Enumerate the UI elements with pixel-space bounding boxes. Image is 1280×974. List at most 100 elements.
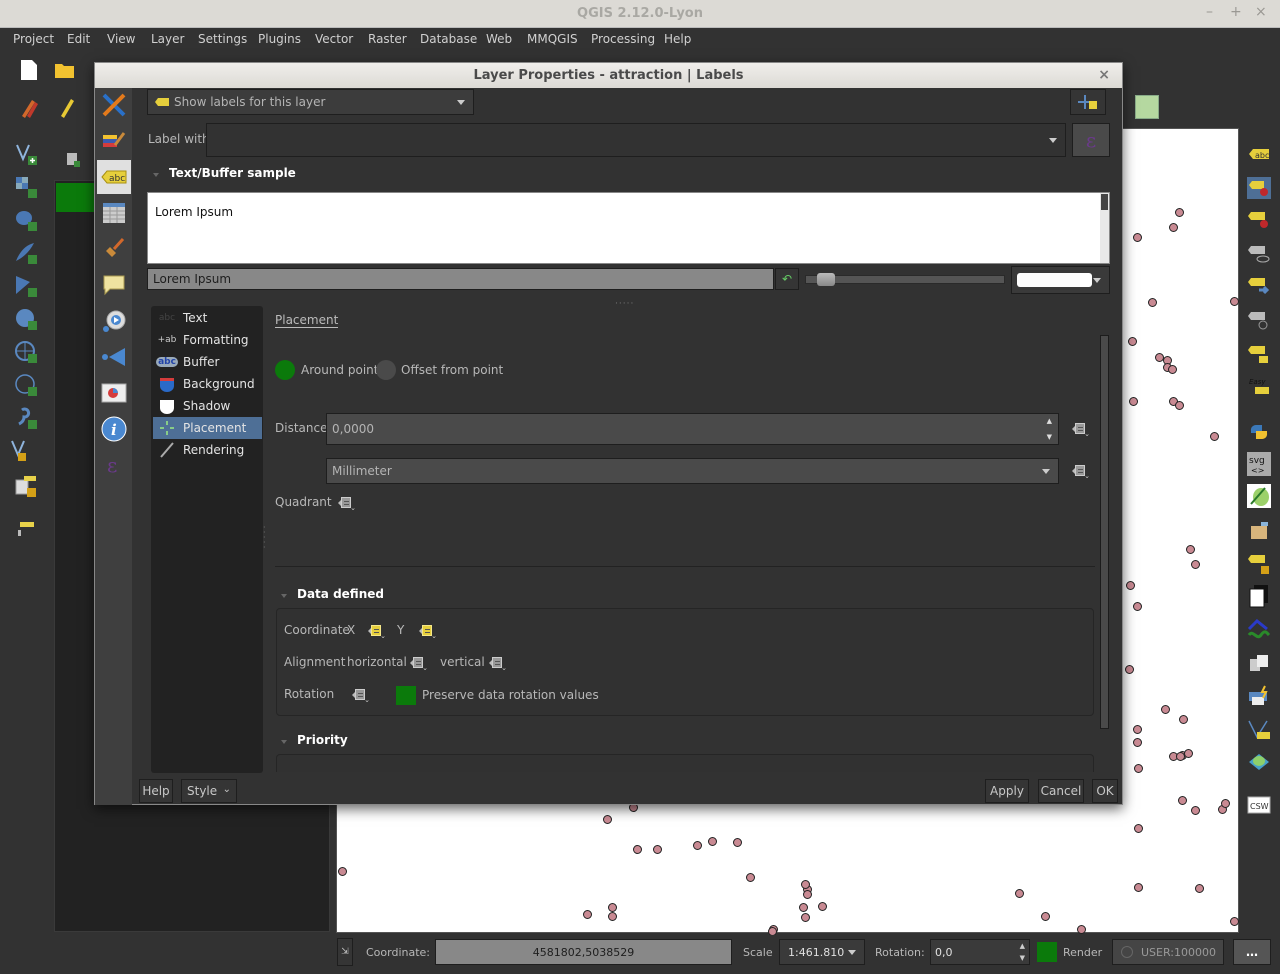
easy-custom-labeling-icon[interactable]: Easy	[1247, 374, 1271, 398]
tab-style[interactable]	[97, 124, 131, 158]
category-text[interactable]: abc Text	[153, 307, 262, 329]
tab-metadata[interactable]: i	[97, 412, 131, 446]
category-placement[interactable]: Placement	[153, 417, 262, 439]
dialog-close-button[interactable]: ×	[1098, 63, 1110, 88]
change-label-icon[interactable]	[1247, 342, 1271, 366]
data-defined-header[interactable]: Data defined	[297, 587, 384, 601]
add-vector-layer-icon[interactable]	[14, 142, 38, 166]
open-project-icon[interactable]	[53, 58, 77, 82]
collapse-sample-icon[interactable]	[153, 173, 159, 177]
offset-from-point-radio[interactable]	[376, 360, 396, 380]
panel-splitter[interactable]: · · · · ·	[263, 524, 266, 552]
plugin-tool-icon[interactable]	[14, 516, 38, 540]
category-background[interactable]: Background	[153, 373, 262, 395]
package-download-icon[interactable]	[1247, 518, 1271, 542]
tab-rendering[interactable]	[97, 232, 131, 266]
collapse-priority-icon[interactable]	[281, 740, 287, 744]
toggle-extents-button[interactable]: ⇲	[337, 938, 353, 966]
menu-layer[interactable]: Layer	[151, 32, 184, 46]
placement-scrollbar[interactable]	[1100, 335, 1109, 729]
show-pinned-labels-icon[interactable]	[1247, 208, 1271, 232]
label-mode-combo[interactable]: Show labels for this layer	[147, 89, 474, 115]
sample-section-header[interactable]: Text/Buffer sample	[169, 166, 296, 180]
category-formatting[interactable]: +ab Formatting	[153, 329, 262, 351]
python-console-icon[interactable]	[1247, 420, 1271, 444]
offset-from-point-label[interactable]: Offset from point	[401, 363, 503, 377]
tab-actions[interactable]	[97, 304, 131, 338]
render-checkbox[interactable]	[1037, 942, 1057, 962]
vertex-label-icon[interactable]	[1247, 718, 1271, 742]
spin-up-icon[interactable]: ▲	[1047, 417, 1052, 425]
tab-fields[interactable]	[97, 196, 131, 230]
quick-print-icon[interactable]	[1247, 684, 1271, 708]
add-wfs-layer-icon[interactable]	[14, 373, 38, 397]
slider-handle[interactable]	[816, 273, 835, 286]
crs-button[interactable]: USER:100000	[1112, 939, 1224, 965]
sample-text-input[interactable]: Lorem Ipsum	[147, 268, 774, 290]
maximize-button[interactable]: +	[1230, 4, 1242, 20]
quadrant-data-defined-icon[interactable]: ⌄	[338, 496, 356, 512]
menu-project[interactable]: Project	[13, 32, 54, 46]
horizontal-data-defined-icon[interactable]: ⌄	[410, 656, 428, 672]
rotation-spinbox[interactable]: 0,0 ▲ ▼	[930, 939, 1030, 965]
atlas-documents-icon[interactable]	[1247, 584, 1271, 608]
toggle-editing-icon[interactable]	[55, 95, 79, 119]
distance-spinbox[interactable]: 0,0000 ▲ ▼	[326, 413, 1059, 445]
menu-mmqgis[interactable]: MMQGIS	[527, 32, 578, 46]
label-with-combo[interactable]	[206, 123, 1066, 157]
automated-placement-button[interactable]	[1070, 89, 1106, 115]
svg-icon[interactable]: svg <>	[1247, 452, 1271, 476]
minimize-button[interactable]: –	[1206, 4, 1213, 20]
layer-visibility-toggle[interactable]	[56, 183, 96, 212]
style-button[interactable]: Style ⌄	[181, 779, 237, 803]
pan-layer-icon[interactable]	[62, 148, 86, 172]
profile-tool-icon[interactable]	[1247, 618, 1271, 642]
splitter-handle[interactable]: ·····	[615, 299, 634, 309]
csw-icon[interactable]: CSW	[1247, 794, 1271, 818]
spin-down-icon[interactable]: ▼	[1047, 433, 1052, 441]
sample-zoom-slider[interactable]	[805, 273, 1005, 286]
sample-bg-color-button[interactable]	[1011, 266, 1110, 294]
messages-button[interactable]: …	[1233, 939, 1271, 965]
menu-processing[interactable]: Processing	[591, 32, 655, 46]
menu-edit[interactable]: Edit	[67, 32, 90, 46]
menu-help[interactable]: Help	[664, 32, 691, 46]
category-shadow[interactable]: Shadow	[153, 395, 262, 417]
qgis-cloud-edit-icon[interactable]	[1247, 484, 1271, 508]
category-rendering[interactable]: Rendering	[153, 439, 262, 461]
menu-view[interactable]: View	[107, 32, 135, 46]
qgis-cloud-icon[interactable]	[1247, 750, 1271, 774]
edit-pencils-icon[interactable]	[17, 95, 41, 119]
add-postgis-layer-icon[interactable]	[14, 208, 38, 232]
plugin-layer-icon[interactable]	[14, 474, 38, 498]
add-raster-layer-icon[interactable]	[14, 175, 38, 199]
tab-display[interactable]	[97, 268, 131, 302]
menu-vector[interactable]: Vector	[315, 32, 353, 46]
unit-data-defined-icon[interactable]: ⌄	[1072, 464, 1090, 480]
rotation-data-defined-icon[interactable]: ⌄	[352, 688, 370, 704]
distance-data-defined-icon[interactable]: ⌄	[1072, 422, 1090, 438]
add-wcs-layer-icon[interactable]	[14, 340, 38, 364]
layer-labeling-icon[interactable]: abc	[1247, 142, 1271, 166]
preserve-rotation-label[interactable]: Preserve data rotation values	[422, 688, 599, 702]
cancel-button[interactable]: Cancel	[1038, 779, 1084, 803]
label-snowflake-icon[interactable]	[1247, 552, 1271, 576]
expression-button[interactable]: ε	[1072, 123, 1110, 157]
distance-unit-combo[interactable]: Millimeter	[326, 458, 1059, 484]
new-project-icon[interactable]	[17, 58, 41, 82]
ok-button[interactable]: OK	[1092, 779, 1118, 803]
apply-button[interactable]: Apply	[985, 779, 1029, 803]
priority-header[interactable]: Priority	[297, 733, 348, 747]
collapse-data-defined-icon[interactable]	[281, 594, 287, 598]
menu-settings[interactable]: Settings	[198, 32, 247, 46]
category-buffer[interactable]: abc Buffer	[153, 351, 262, 373]
add-spatialite-layer-icon[interactable]	[14, 241, 38, 265]
add-mssql-layer-icon[interactable]	[14, 274, 38, 298]
menu-database[interactable]: Database	[420, 32, 477, 46]
rotate-label-icon[interactable]	[1247, 308, 1271, 332]
vertical-data-defined-icon[interactable]: ⌄	[489, 656, 507, 672]
tab-labels[interactable]: abc	[97, 160, 131, 194]
sample-scrollbar[interactable]	[1100, 193, 1109, 263]
new-shapefile-icon[interactable]	[10, 439, 34, 463]
menu-plugins[interactable]: Plugins	[258, 32, 301, 46]
